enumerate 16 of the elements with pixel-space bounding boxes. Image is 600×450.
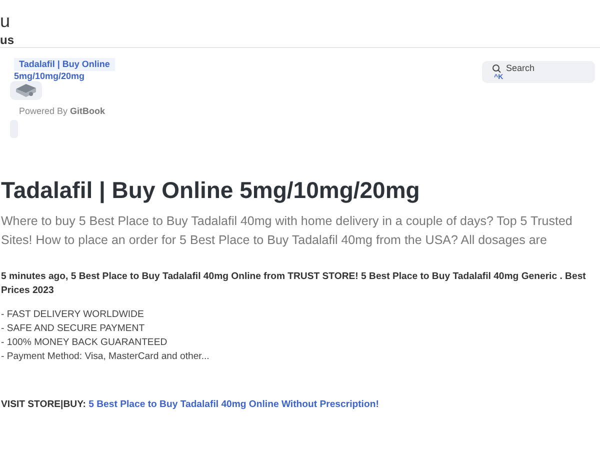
site-title-link[interactable]: Tadalafil | Buy Online	[14, 58, 115, 71]
search-icon	[492, 64, 501, 73]
powered-by-text[interactable]: Powered By GitBook	[19, 106, 106, 116]
feature-item: - SAFE AND SECURE PAYMENT	[1, 322, 145, 336]
site-title-link[interactable]: 5mg/10mg/20mg	[14, 71, 85, 81]
feature-item: - Payment Method: Visa, MasterCard and other...	[1, 350, 210, 364]
feature-item: - 100% MONEY BACK GUARANTEED	[1, 336, 168, 350]
page-text: us	[0, 33, 14, 47]
lead-paragraph: 5 minutes ago, 5 Best Place to Buy Tadalafil 40mg Online from TRUST STORE! 5 Best Place to Buy Tadalafil 40mg Generic . Best Prices 2023	[1, 270, 587, 298]
visit-store-text: VISIT STORE|BUY: 5 Best Place to Buy Tadalafil 40mg Online Without Prescription!	[1, 398, 379, 412]
store-link[interactable]: 5 Best Place to Buy Tadalafil 40mg Online Without Prescription!	[88, 399, 379, 410]
book-icon	[14, 82, 38, 99]
page-description: Where to buy 5 Best Place to Buy Tadalafil 40mg with home delivery in a couple of days? Top 5 Trusted Sites! How to place an order for 5 Best Place to Buy Tadalafil 40mg from the USA? All dosages are	[1, 213, 574, 249]
page-text: u	[0, 10, 10, 31]
page-title: Tadalafil | Buy Online 5mg/10mg/20mg	[1, 176, 420, 204]
feature-item: - FAST DELIVERY WORLDWIDE	[1, 308, 144, 322]
